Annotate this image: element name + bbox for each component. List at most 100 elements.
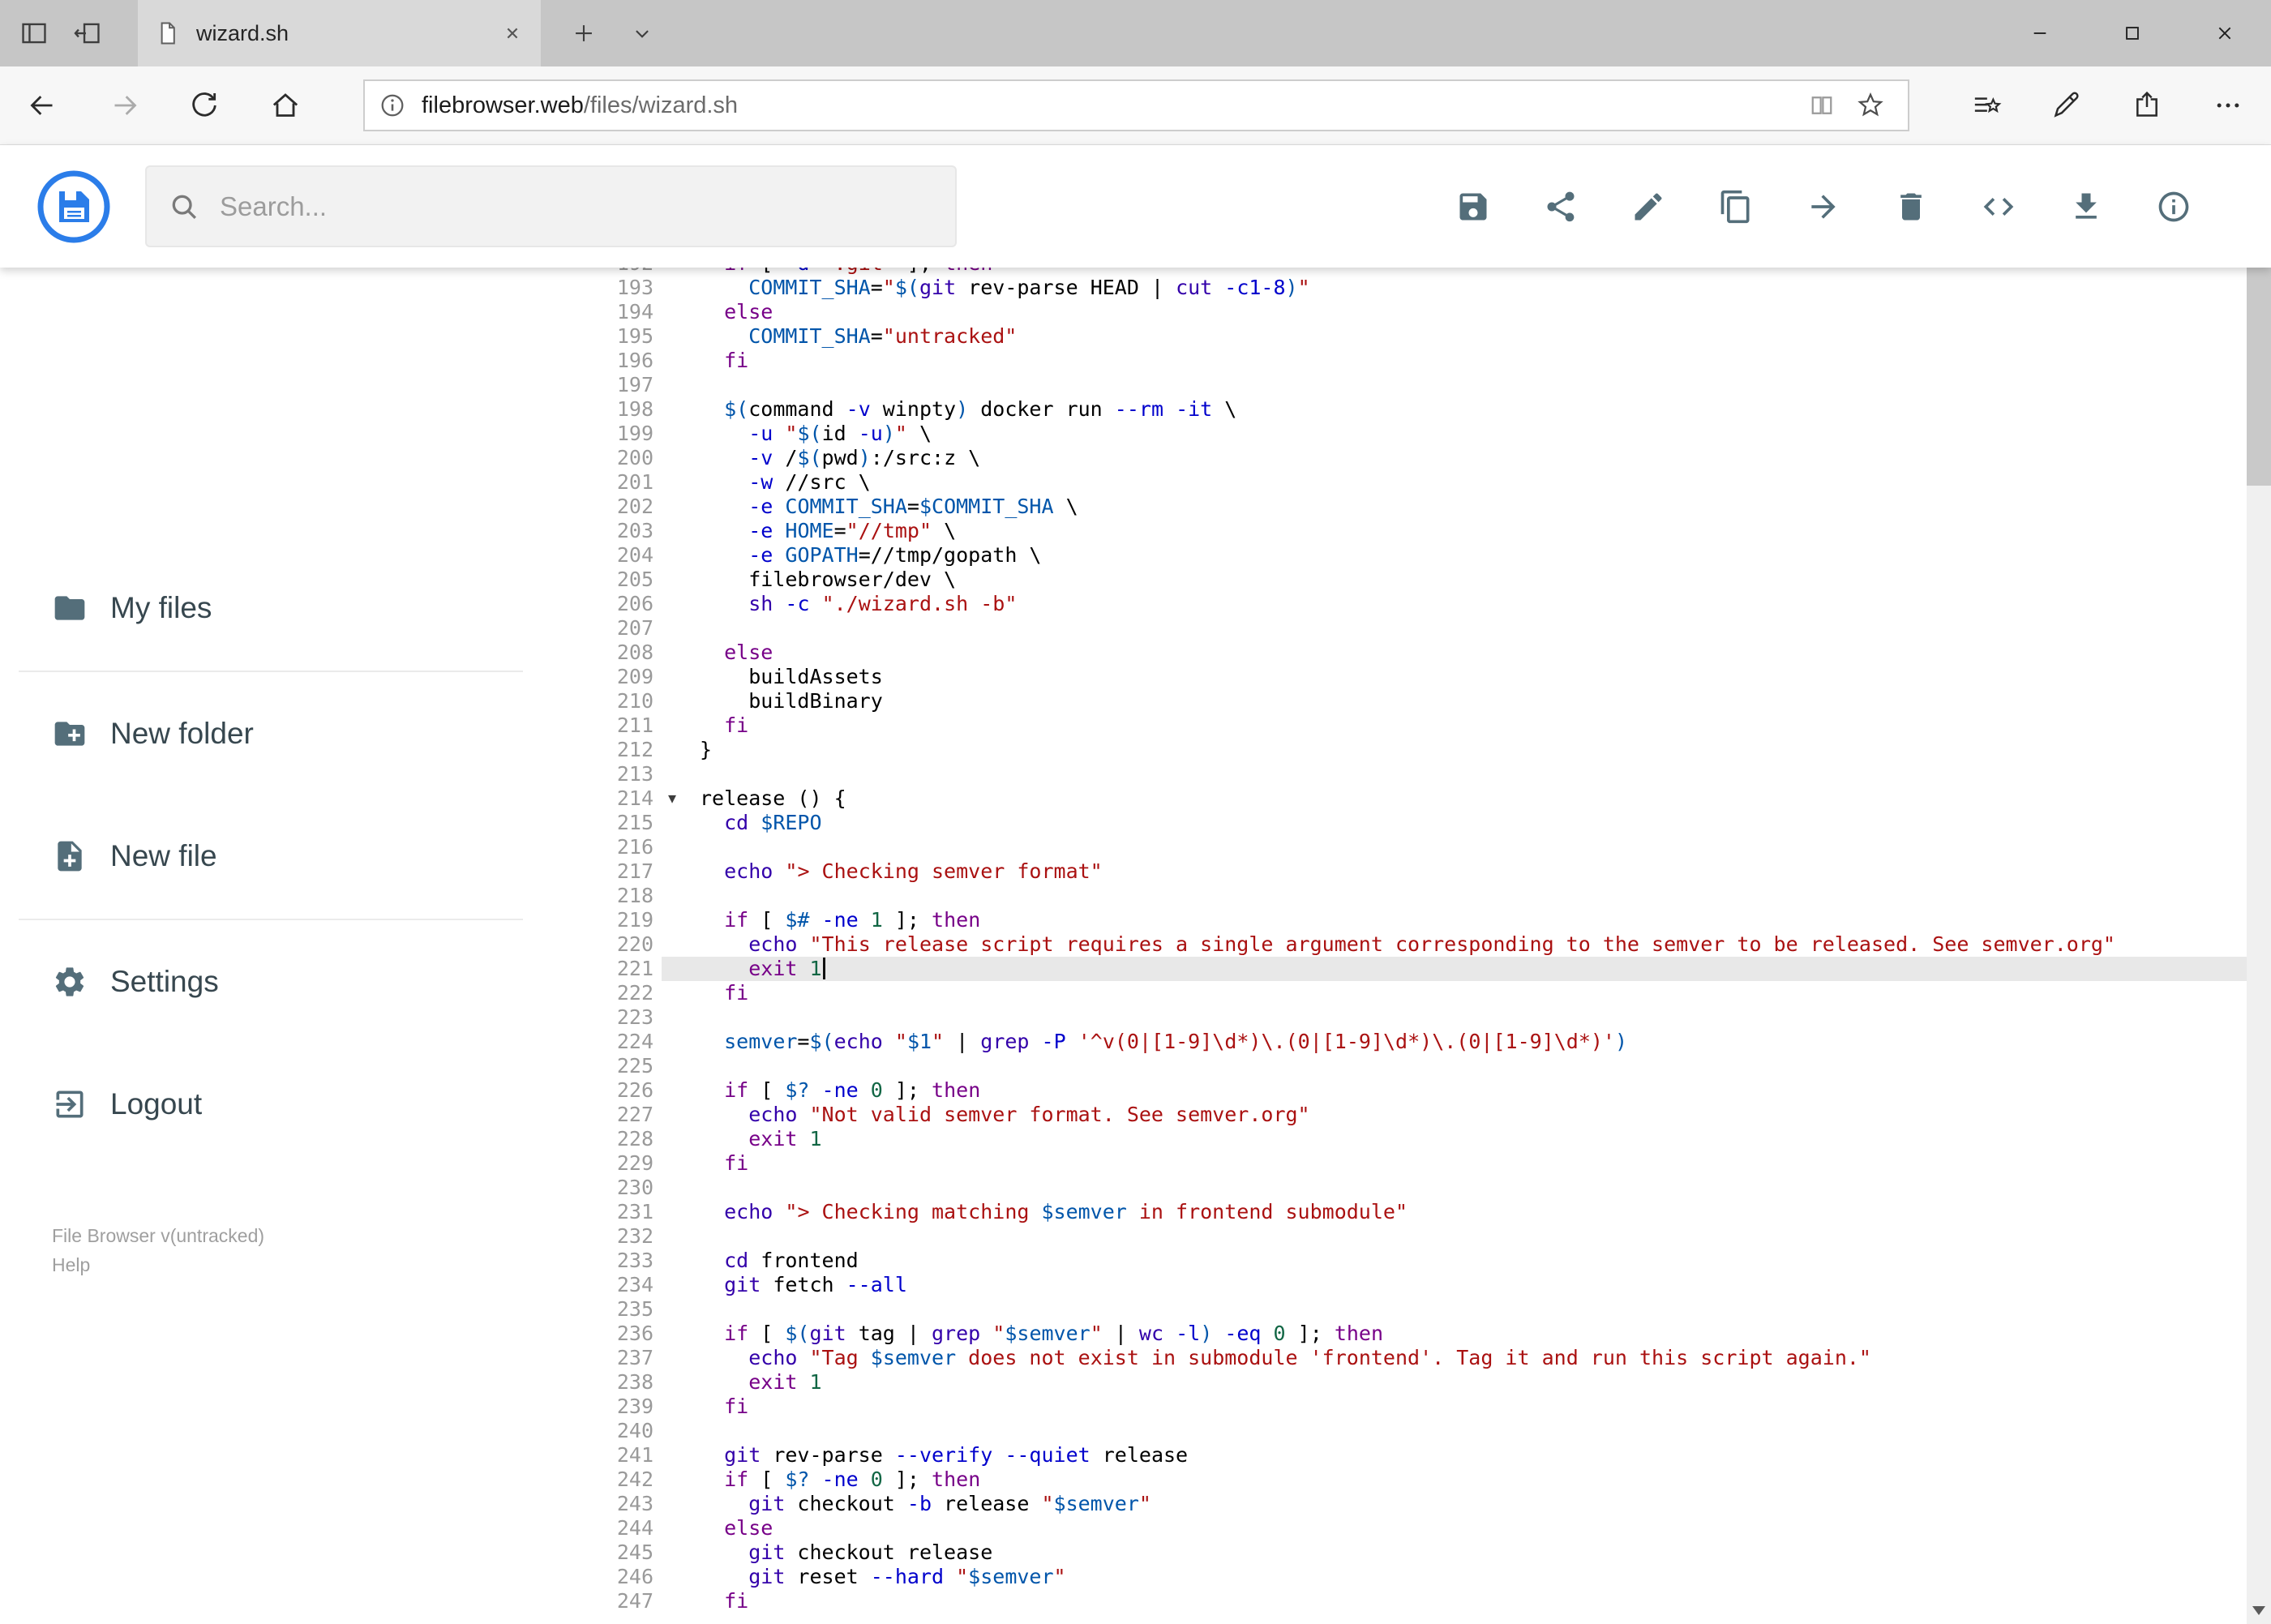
code-line[interactable]: 222 fi <box>587 981 2247 1005</box>
code-text[interactable]: if [ $? -ne 0 ]; then <box>683 1078 2247 1103</box>
reading-view-button[interactable] <box>1798 81 1846 130</box>
move-button[interactable] <box>1780 145 1867 268</box>
code-line[interactable]: 204 -e GOPATH=//tmp/gopath \ <box>587 543 2247 568</box>
code-text[interactable] <box>683 1005 2247 1030</box>
minimize-button[interactable] <box>1994 0 2086 66</box>
code-editor[interactable]: 192 if [ -d ".git" ]; then193 COMMIT_SHA… <box>587 268 2247 1624</box>
code-line[interactable]: 212} <box>587 738 2247 762</box>
scroll-down-button[interactable] <box>2247 1596 2271 1624</box>
code-line[interactable]: 224 semver=$(echo "$1" | grep -P '^v(0|[… <box>587 1030 2247 1054</box>
code-text[interactable] <box>683 884 2247 908</box>
search-box[interactable] <box>145 165 957 247</box>
code-line[interactable]: 201 -w //src \ <box>587 470 2247 495</box>
code-line[interactable]: 206 sh -c "./wizard.sh -b" <box>587 592 2247 616</box>
code-line[interactable]: 236 if [ $(git tag | grep "$semver" | wc… <box>587 1322 2247 1346</box>
code-line[interactable]: 233 cd frontend <box>587 1249 2247 1273</box>
code-line[interactable]: 226 if [ $? -ne 0 ]; then <box>587 1078 2247 1103</box>
code-text[interactable] <box>683 616 2247 641</box>
code-text[interactable]: COMMIT_SHA="$(git rev-parse HEAD | cut -… <box>683 276 2247 300</box>
fold-marker-icon[interactable]: ▾ <box>662 786 683 811</box>
code-text[interactable]: -u "$(id -u)" \ <box>683 422 2247 446</box>
code-text[interactable]: git checkout -b release "$semver" <box>683 1492 2247 1516</box>
copy-button[interactable] <box>1692 145 1780 268</box>
tab-chevron-button[interactable] <box>616 0 668 66</box>
code-line[interactable]: 229 fi <box>587 1151 2247 1176</box>
tab-close-button[interactable] <box>500 21 525 45</box>
code-line[interactable]: 240 <box>587 1419 2247 1443</box>
code-text[interactable]: git fetch --all <box>683 1273 2247 1297</box>
raw-view-button[interactable] <box>1955 145 2042 268</box>
code-line[interactable]: 218 <box>587 884 2247 908</box>
code-text[interactable]: if [ $# -ne 1 ]; then <box>683 908 2247 932</box>
code-text[interactable]: fi <box>683 1589 2247 1613</box>
code-text[interactable]: else <box>683 300 2247 324</box>
address-bar[interactable]: filebrowser.web/files/wizard.sh <box>363 79 1909 131</box>
code-text[interactable]: if [ $? -ne 0 ]; then <box>683 1468 2247 1492</box>
code-text[interactable]: COMMIT_SHA="untracked" <box>683 324 2247 349</box>
code-line[interactable]: 220 echo "This release script requires a… <box>587 932 2247 957</box>
info-button[interactable] <box>2130 145 2217 268</box>
code-text[interactable]: $(command -v winpty) docker run --rm -it… <box>683 397 2247 422</box>
code-line[interactable]: 202 -e COMMIT_SHA=$COMMIT_SHA \ <box>587 495 2247 519</box>
code-line[interactable]: 245 git checkout release <box>587 1540 2247 1565</box>
sidebar-item-new-folder[interactable]: New folder <box>0 695 538 773</box>
new-tab-button[interactable] <box>558 0 610 66</box>
annotate-button[interactable] <box>2037 66 2095 144</box>
help-link[interactable]: Help <box>52 1250 264 1279</box>
code-line[interactable]: 193 COMMIT_SHA="$(git rev-parse HEAD | c… <box>587 276 2247 300</box>
code-line[interactable]: 219 if [ $# -ne 1 ]; then <box>587 908 2247 932</box>
code-line[interactable]: 210 buildBinary <box>587 689 2247 713</box>
code-line[interactable]: 198 $(command -v winpty) docker run --rm… <box>587 397 2247 422</box>
code-text[interactable]: buildAssets <box>683 665 2247 689</box>
code-text[interactable]: if [ -d ".git" ]; then <box>683 268 2247 276</box>
code-text[interactable]: echo "> Checking matching $semver in fro… <box>683 1200 2247 1224</box>
code-line[interactable]: 200 -v /$(pwd):/src:z \ <box>587 446 2247 470</box>
code-line[interactable]: 195 COMMIT_SHA="untracked" <box>587 324 2247 349</box>
code-text[interactable]: exit 1 <box>683 1370 2247 1395</box>
code-line[interactable]: 213 <box>587 762 2247 786</box>
more-button[interactable] <box>2199 66 2257 144</box>
close-button[interactable] <box>2179 0 2271 66</box>
set-tabs-aside-button[interactable] <box>62 0 114 66</box>
home-button[interactable] <box>256 66 315 144</box>
code-line[interactable]: 211 fi <box>587 713 2247 738</box>
site-info-icon[interactable] <box>378 91 407 120</box>
code-text[interactable]: -e HOME="//tmp" \ <box>683 519 2247 543</box>
code-text[interactable]: fi <box>683 713 2247 738</box>
code-line[interactable]: 237 echo "Tag $semver does not exist in … <box>587 1346 2247 1370</box>
share-button[interactable] <box>2118 66 2176 144</box>
code-text[interactable] <box>683 1297 2247 1322</box>
share-file-button[interactable] <box>1517 145 1605 268</box>
code-text[interactable]: exit 1 <box>683 1127 2247 1151</box>
code-text[interactable]: fi <box>683 349 2247 373</box>
code-text[interactable]: filebrowser/dev \ <box>683 568 2247 592</box>
favorite-star-button[interactable] <box>1846 81 1895 130</box>
code-line[interactable]: 247 fi <box>587 1589 2247 1613</box>
code-text[interactable]: if [ $(git tag | grep "$semver" | wc -l)… <box>683 1322 2247 1346</box>
filebrowser-logo[interactable] <box>35 168 113 246</box>
back-button[interactable] <box>13 66 71 144</box>
code-line[interactable]: 208 else <box>587 641 2247 665</box>
sidebar-item-settings[interactable]: Settings <box>0 943 538 1021</box>
code-line[interactable]: 246 git reset --hard "$semver" <box>587 1565 2247 1589</box>
code-text[interactable]: semver=$(echo "$1" | grep -P '^v(0|[1-9]… <box>683 1030 2247 1054</box>
code-text[interactable]: sh -c "./wizard.sh -b" <box>683 592 2247 616</box>
page-scrollbar[interactable] <box>2247 145 2271 1624</box>
code-line[interactable]: 235 <box>587 1297 2247 1322</box>
code-text[interactable]: fi <box>683 1395 2247 1419</box>
code-line[interactable]: 217 echo "> Checking semver format" <box>587 859 2247 884</box>
code-text[interactable]: git reset --hard "$semver" <box>683 1565 2247 1589</box>
code-line[interactable]: 223 <box>587 1005 2247 1030</box>
download-button[interactable] <box>2042 145 2130 268</box>
code-text[interactable]: -e COMMIT_SHA=$COMMIT_SHA \ <box>683 495 2247 519</box>
code-line[interactable]: 205 filebrowser/dev \ <box>587 568 2247 592</box>
code-text[interactable]: exit 1 <box>683 957 2247 981</box>
code-line[interactable]: 199 -u "$(id -u)" \ <box>587 422 2247 446</box>
code-text[interactable]: else <box>683 641 2247 665</box>
code-line[interactable]: 214 ▾ release () { <box>587 786 2247 811</box>
code-text[interactable]: release () { <box>683 786 2247 811</box>
forward-button[interactable] <box>96 66 154 144</box>
code-line[interactable]: 232 <box>587 1224 2247 1249</box>
code-line[interactable]: 231 echo "> Checking matching $semver in… <box>587 1200 2247 1224</box>
code-text[interactable]: -v /$(pwd):/src:z \ <box>683 446 2247 470</box>
